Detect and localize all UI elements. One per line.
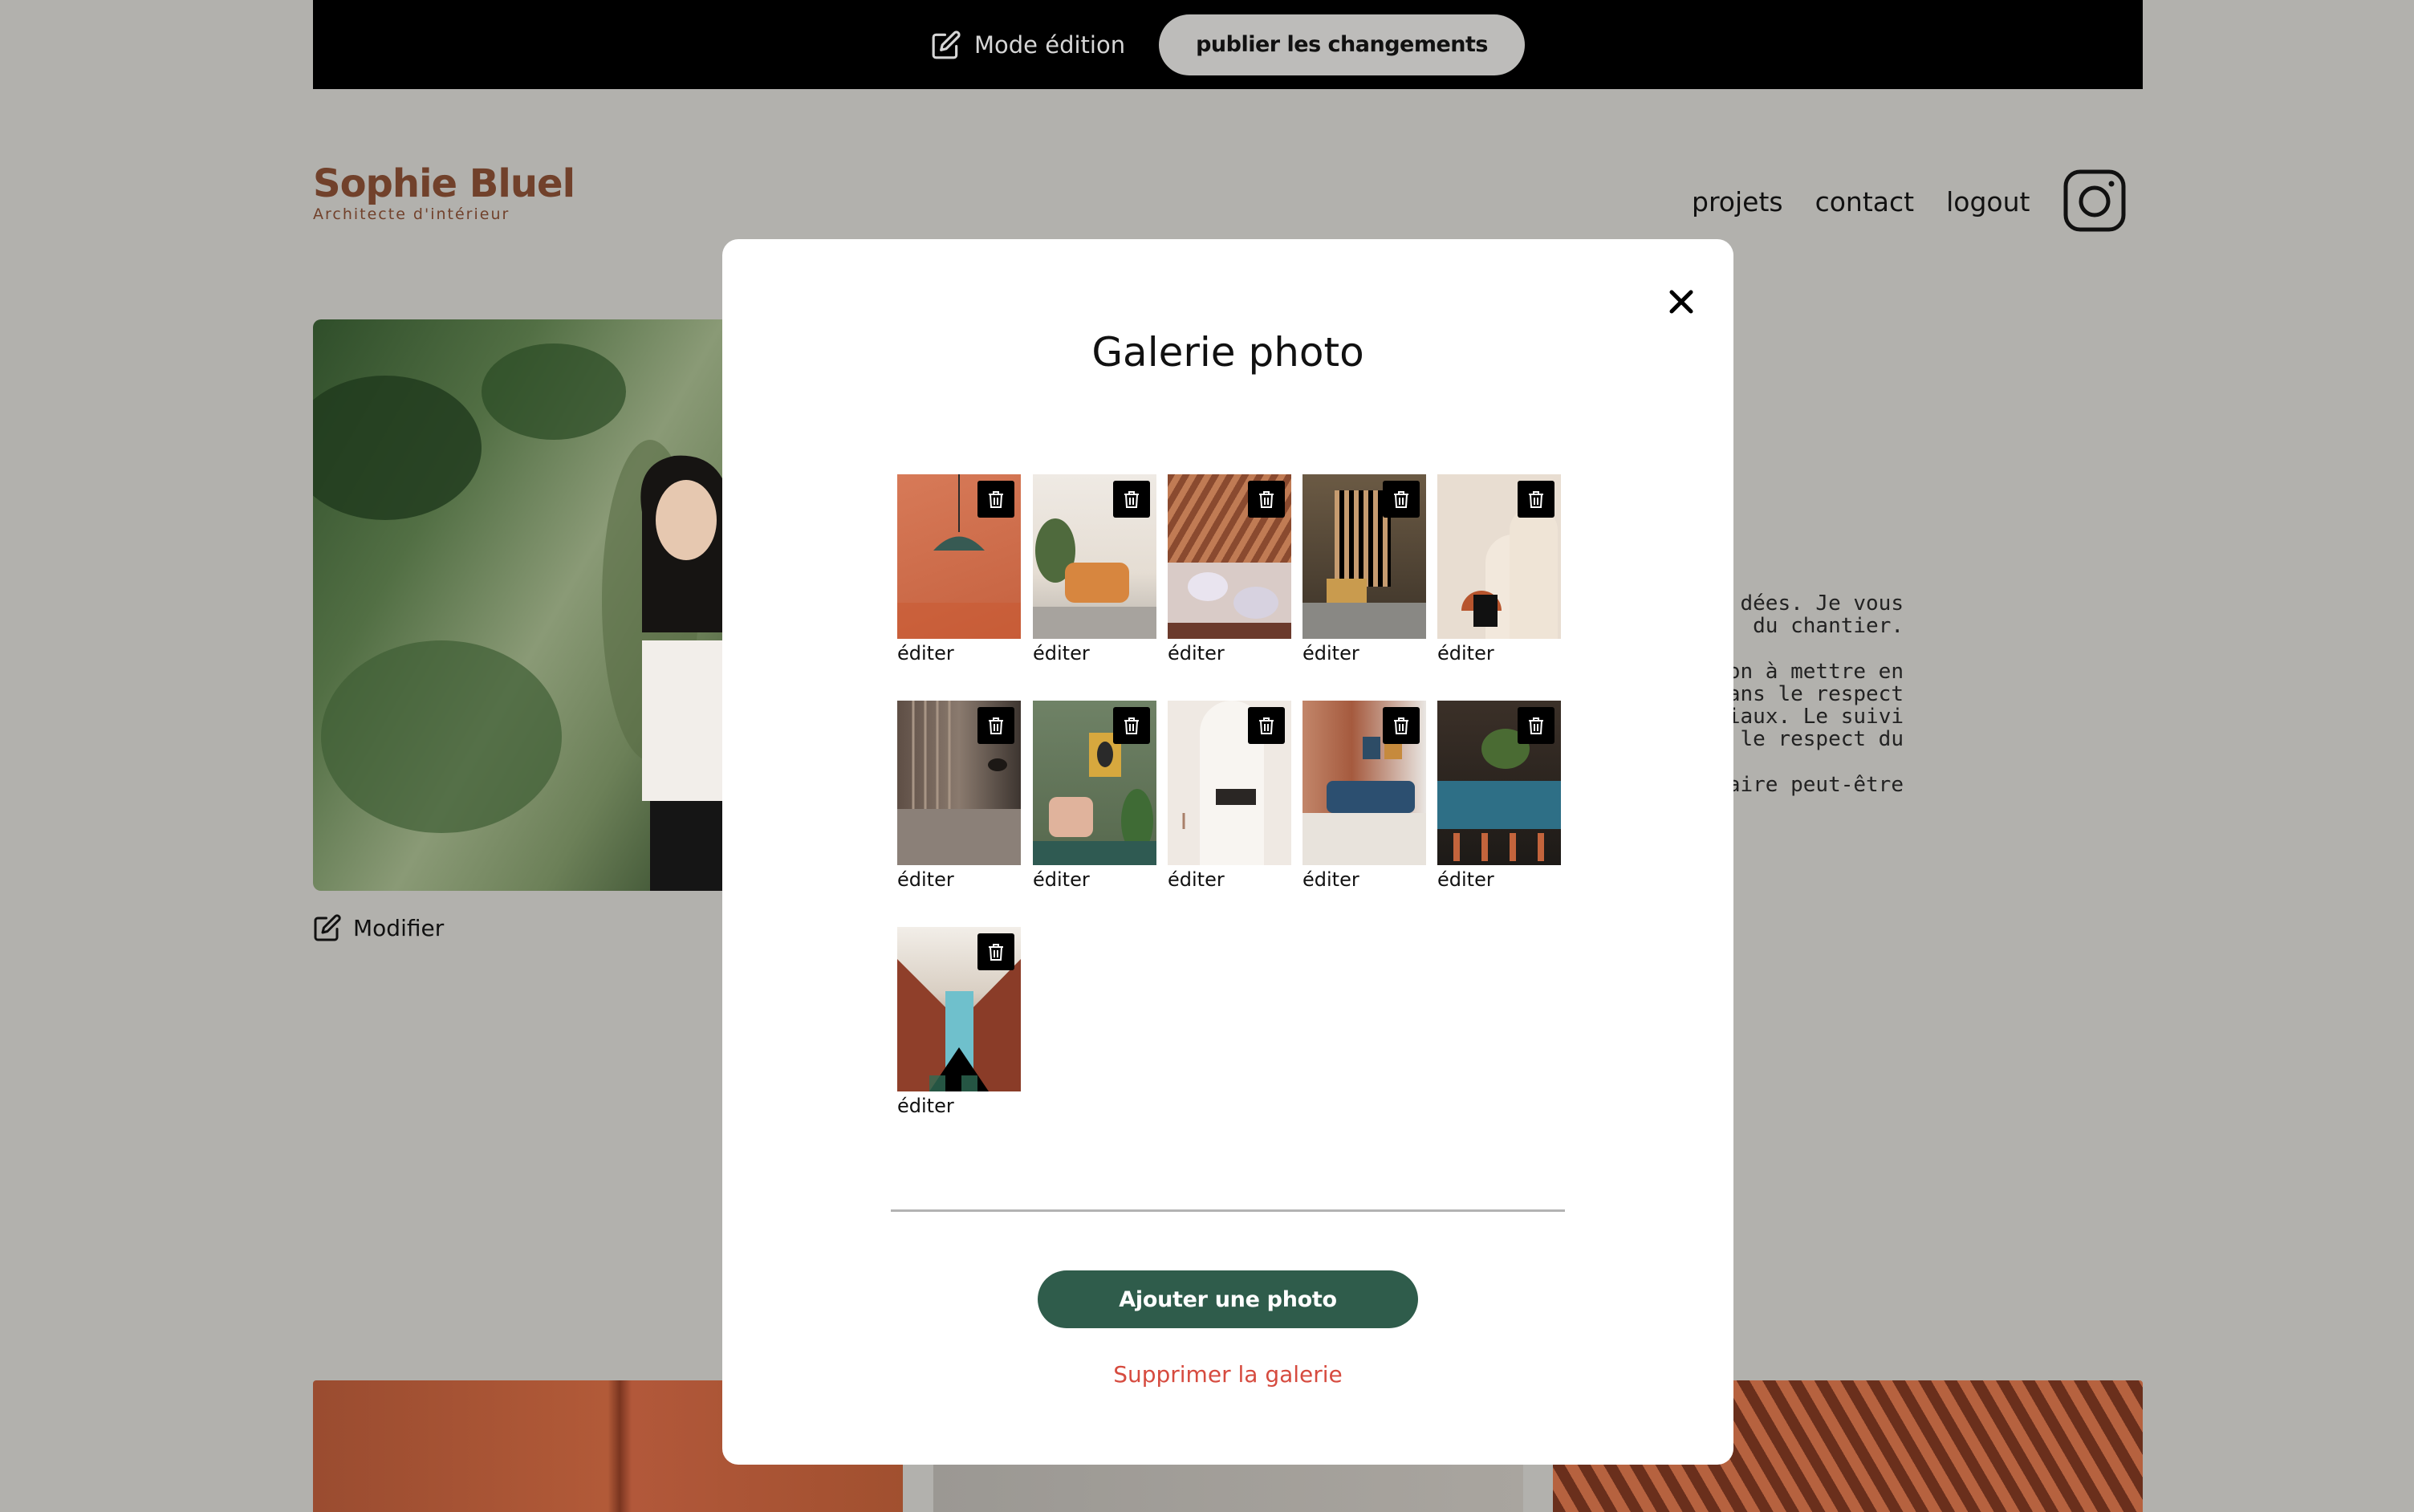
- delete-photo-button[interactable]: [1518, 707, 1554, 744]
- edit-mode-label: Mode édition: [974, 30, 1126, 59]
- thumbnail-image: [1033, 474, 1156, 639]
- thumbnail-image: [1303, 474, 1426, 639]
- gallery-thumb-8: éditer: [1168, 701, 1291, 891]
- gallery-thumb-7: éditer: [1033, 701, 1156, 891]
- edit-icon: [314, 914, 341, 941]
- thumbnail-image: [1168, 701, 1291, 865]
- trash-icon: [989, 491, 1003, 508]
- edit-photo-link[interactable]: éditer: [897, 1095, 1021, 1117]
- edit-photo-link[interactable]: éditer: [897, 642, 1021, 665]
- thumbnail-image: [1437, 474, 1561, 639]
- trash-icon: [1259, 717, 1274, 734]
- gallery-modal: Galerie photo éditer éditer éditer édite…: [722, 239, 1733, 1465]
- nav-item-contact[interactable]: contact: [1815, 186, 1915, 217]
- about-line: du chantier.: [1753, 614, 1904, 638]
- delete-photo-button[interactable]: [1113, 707, 1150, 744]
- about-line: , le respect du: [1715, 727, 1904, 751]
- gallery-thumb-11: éditer: [897, 927, 1021, 1117]
- modify-label: Modifier: [353, 914, 445, 941]
- thumbnail-image: [1303, 701, 1426, 865]
- gallery-thumb-9: éditer: [1303, 701, 1426, 891]
- edit-mode-indicator: Mode édition: [931, 30, 1125, 60]
- modal-title: Galerie photo: [1091, 329, 1364, 376]
- thumbnail-image: [897, 701, 1021, 865]
- gallery-thumb-10: éditer: [1437, 701, 1561, 891]
- thumbnail-image: [897, 474, 1021, 639]
- edit-photo-link[interactable]: éditer: [1168, 642, 1291, 665]
- trash-icon: [1259, 491, 1274, 508]
- about-line: naire peut-être: [1715, 773, 1904, 797]
- logo-title[interactable]: Sophie Bluel: [313, 165, 575, 203]
- publish-changes-button[interactable]: publier les changements: [1159, 14, 1525, 75]
- trash-icon: [1124, 717, 1139, 734]
- thumbnail-image: [1437, 701, 1561, 865]
- instagram-icon[interactable]: [2062, 169, 2127, 233]
- edit-photo-link[interactable]: éditer: [1033, 642, 1156, 665]
- delete-photo-button[interactable]: [1113, 481, 1150, 518]
- trash-icon: [1529, 717, 1543, 734]
- modify-intro-button[interactable]: Modifier: [313, 913, 444, 942]
- gallery-thumb-2: éditer: [1033, 474, 1156, 665]
- architect-portrait: [313, 319, 730, 891]
- main-nav: projets contact logout: [1692, 186, 2062, 217]
- edit-mode-bar: Mode édition publier les changements: [313, 0, 2143, 89]
- delete-photo-button[interactable]: [1248, 481, 1285, 518]
- about-line: dans le respect: [1715, 682, 1904, 706]
- delete-photo-button[interactable]: [1248, 707, 1285, 744]
- edit-photo-link[interactable]: éditer: [897, 868, 1021, 891]
- about-line: dées. Je vous: [1740, 591, 1904, 616]
- delete-photo-button[interactable]: [1383, 481, 1420, 518]
- gallery-thumb-6: éditer: [897, 701, 1021, 891]
- edit-icon: [932, 30, 961, 59]
- delete-photo-button[interactable]: [1518, 481, 1554, 518]
- close-icon[interactable]: [1665, 286, 1697, 318]
- delete-gallery-link[interactable]: Supprimer la galerie: [722, 1361, 1733, 1388]
- gallery-thumb-3: éditer: [1168, 474, 1291, 665]
- edit-photo-link[interactable]: éditer: [1437, 642, 1561, 665]
- trash-icon: [1124, 491, 1139, 508]
- trash-icon: [1529, 491, 1543, 508]
- gallery-thumb-1: éditer: [897, 474, 1021, 665]
- add-photo-button[interactable]: Ajouter une photo: [1038, 1270, 1418, 1328]
- delete-photo-button[interactable]: [977, 707, 1014, 744]
- edit-photo-link[interactable]: éditer: [1303, 868, 1426, 891]
- thumbnail-image: [1168, 474, 1291, 639]
- modal-divider: [891, 1209, 1565, 1212]
- delete-photo-button[interactable]: [977, 481, 1014, 518]
- nav-item-projets[interactable]: projets: [1692, 186, 1783, 217]
- thumbnail-image: [1033, 701, 1156, 865]
- gallery-thumb-4: éditer: [1303, 474, 1426, 665]
- edit-photo-link[interactable]: éditer: [1437, 868, 1561, 891]
- delete-photo-button[interactable]: [1383, 707, 1420, 744]
- trash-icon: [989, 944, 1003, 961]
- edit-photo-link[interactable]: éditer: [1168, 868, 1291, 891]
- trash-icon: [1394, 491, 1408, 508]
- logo-subtitle: Architecte d'intérieur: [313, 205, 510, 223]
- trash-icon: [989, 717, 1003, 734]
- edit-photo-link[interactable]: éditer: [1303, 642, 1426, 665]
- gallery-thumb-5: éditer: [1437, 474, 1561, 665]
- about-line: on à mettre en: [1727, 660, 1904, 684]
- trash-icon: [1394, 717, 1408, 734]
- edit-photo-link[interactable]: éditer: [1033, 868, 1156, 891]
- thumbnail-image: [897, 927, 1021, 1091]
- delete-photo-button[interactable]: [977, 933, 1014, 970]
- nav-item-logout[interactable]: logout: [1946, 186, 2030, 217]
